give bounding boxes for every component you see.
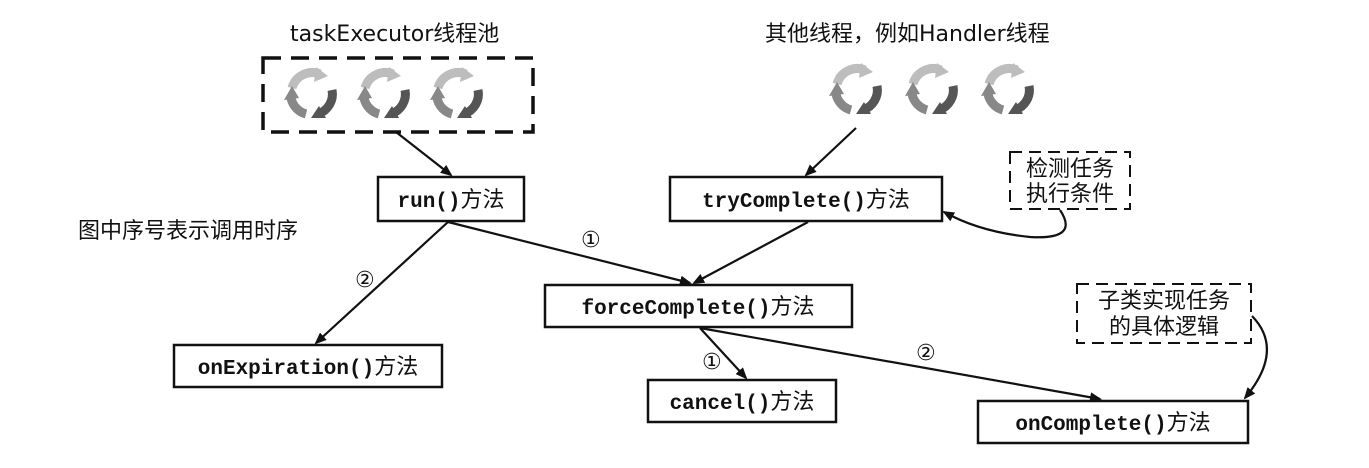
order-mark-force-complete: ② [916, 341, 936, 366]
cancel-label: cancel()方法 [670, 390, 815, 416]
try-complete-label: tryComplete()方法 [702, 188, 910, 214]
subclass-note-line2: 的具体逻辑 [1109, 315, 1219, 340]
threads-to-try-arrow [804, 127, 857, 177]
check-note-line2: 执行条件 [1026, 182, 1114, 207]
refresh-cycle-icon [430, 67, 478, 118]
force-complete-label: forceComplete()方法 [581, 295, 814, 321]
pool-label: taskExecutor线程池 [290, 22, 499, 47]
refresh-cycle-icon [905, 63, 953, 114]
refresh-cycle-icon [284, 67, 332, 118]
sequence-legend-note: 图中序号表示调用时序 [78, 219, 298, 244]
order-mark-run-expiration: ② [355, 268, 375, 293]
diagram-svg: taskExecutor线程池 其他线程，例如Handler线程 图中序号表示调… [78, 22, 1269, 445]
pool-to-run-arrow [395, 131, 453, 177]
run-method-label: run()方法 [397, 188, 504, 214]
order-mark-run-force: ① [581, 228, 601, 253]
subclass-note-line1: 子类实现任务 [1098, 289, 1230, 314]
thread-pool-box [261, 56, 535, 134]
other-threads-label: 其他线程，例如Handler线程 [765, 22, 1050, 47]
on-complete-label: onComplete()方法 [1015, 411, 1210, 437]
run-to-expiration-arrow [314, 221, 449, 345]
check-note-to-try-arrow [942, 209, 1067, 239]
refresh-cycle-icon [829, 63, 877, 114]
run-to-force-arrow [447, 220, 692, 286]
on-expiration-label: onExpiration()方法 [198, 355, 418, 381]
diagram-canvas: taskExecutor线程池 其他线程，例如Handler线程 图中序号表示调… [0, 0, 1369, 468]
refresh-cycle-icon [981, 63, 1029, 114]
order-mark-force-cancel: ① [702, 350, 722, 375]
check-note-line1: 检测任务 [1026, 157, 1114, 182]
refresh-cycle-icon [357, 67, 405, 118]
try-to-force-arrow [692, 221, 809, 284]
